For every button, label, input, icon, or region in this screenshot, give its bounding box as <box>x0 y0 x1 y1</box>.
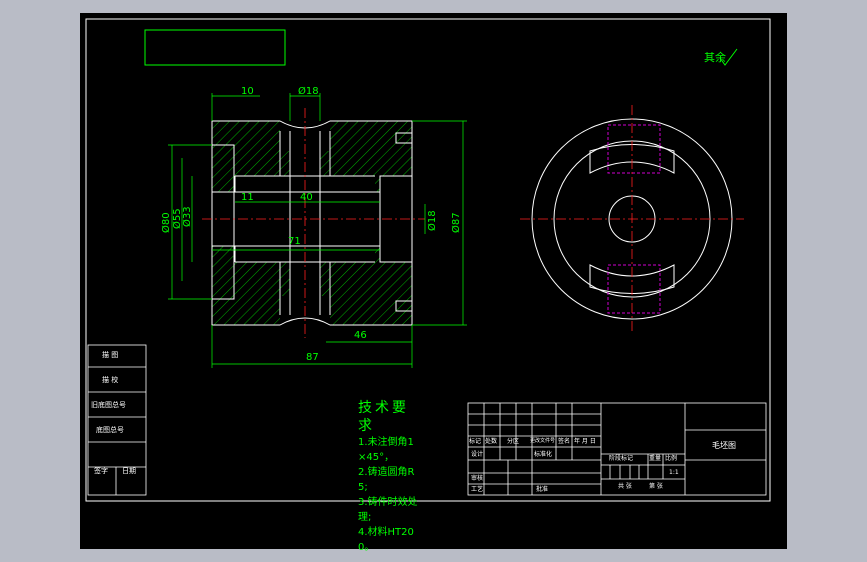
dim-11: 11 <box>241 192 254 203</box>
tb-process: 工艺 <box>471 486 484 493</box>
left-row-old-no: 旧底图总号 <box>91 401 126 409</box>
roughness-label: 其余 <box>704 51 726 64</box>
dim-d80: Ø80 <box>161 212 172 233</box>
tb-standardize: 标准化 <box>534 451 553 458</box>
tb-count: 处数 <box>485 438 498 445</box>
tb-sheet-no: 第 张 <box>649 483 663 490</box>
left-row-trace: 描 图 <box>102 351 119 359</box>
left-row-check: 描 校 <box>102 376 119 384</box>
tb-change-doc: 更改文件号 <box>530 438 556 444</box>
tech-item-2: 2.铸造圆角R5; <box>358 467 415 493</box>
tech-item-3: 3.铸件时效处理; <box>358 497 418 523</box>
tb-scale: 比例 <box>665 455 678 462</box>
cad-drawing-area: 其余 10 Ø18 11 40 71 46 87 Ø80 Ø55 Ø33 Ø18… <box>80 13 787 553</box>
dim-d18-side: Ø18 <box>427 210 438 231</box>
tb-design: 设计 <box>471 451 484 458</box>
tb-sheets-total: 共 张 <box>618 483 632 490</box>
tech-item-1: 1.未注倒角1×45°， <box>358 437 414 463</box>
dim-46: 46 <box>354 330 367 341</box>
drawing-name: 毛坯图 <box>712 441 736 450</box>
tb-zone: 分区 <box>507 438 520 445</box>
tb-stage-mark: 阶段标记 <box>609 455 634 462</box>
tech-item-4: 4.材料HT200。 <box>358 527 414 553</box>
dim-71: 71 <box>288 236 301 247</box>
left-row-date: 日期 <box>122 467 136 475</box>
tb-scale-value: 1:1 <box>669 469 679 476</box>
side-view <box>520 105 744 333</box>
tech-requirements-title: 技术要求 <box>358 400 409 434</box>
dim-d18-top: Ø18 <box>298 86 319 97</box>
left-row-sign: 签字 <box>94 467 108 475</box>
dim-d87: Ø87 <box>451 212 462 233</box>
tb-sign: 签名 <box>558 438 571 445</box>
tb-review: 审核 <box>471 475 484 482</box>
front-view-section <box>202 108 425 338</box>
outer-frame <box>85 18 771 502</box>
tb-mark: 标记 <box>469 438 482 445</box>
dim-10: 10 <box>241 86 254 97</box>
dim-87: 87 <box>306 352 319 363</box>
tech-requirements: 技术要求 1.未注倒角1×45°， 2.铸造圆角R5; 3.铸件时效处理; 4.… <box>358 399 422 555</box>
dim-40: 40 <box>300 192 313 203</box>
code-block <box>144 29 286 66</box>
tb-date: 年 月 日 <box>574 438 596 445</box>
dim-d33: Ø33 <box>182 206 193 227</box>
tb-weight: 重量 <box>649 455 662 462</box>
left-row-base-no: 底图总号 <box>96 426 124 434</box>
tb-approve: 批准 <box>536 486 549 493</box>
cad-drawing-canvas <box>85 18 771 502</box>
